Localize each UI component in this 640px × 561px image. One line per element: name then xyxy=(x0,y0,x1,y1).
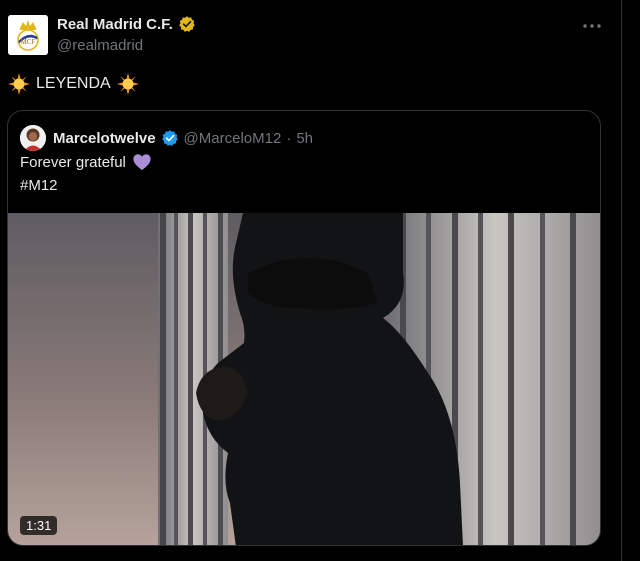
quoted-text: Forever grateful xyxy=(20,153,126,171)
purple-heart-emoji-icon xyxy=(133,154,151,171)
tweet-text-content: LEYENDA xyxy=(36,75,111,92)
author-avatar[interactable]: MCF xyxy=(8,15,48,55)
svg-text:MCF: MCF xyxy=(21,38,36,46)
quoted-timestamp[interactable]: 5h xyxy=(296,130,313,147)
marcelo-avatar-icon xyxy=(20,125,46,151)
more-options-button[interactable] xyxy=(580,15,604,37)
blue-verified-badge-icon[interactable] xyxy=(161,129,179,147)
quoted-tweet-card[interactable]: Marcelotwelve @MarceloM12 · 5h Forever g… xyxy=(7,110,601,546)
video-duration-badge: 1:31 xyxy=(20,516,58,535)
separator-dot: · xyxy=(286,129,292,147)
real-madrid-crest-icon: MCF xyxy=(8,15,48,55)
quoted-author-avatar[interactable] xyxy=(20,125,46,151)
sun-emoji-icon xyxy=(116,73,139,95)
gold-verified-badge-icon[interactable] xyxy=(178,15,196,33)
quoted-tweet-header: Marcelotwelve @MarceloM12 · 5h xyxy=(20,125,313,151)
more-horizontal-icon xyxy=(583,24,601,28)
author-handle[interactable]: @realmadrid xyxy=(57,37,143,54)
quoted-hashtag[interactable]: #M12 xyxy=(20,177,58,194)
video-player[interactable]: 1:31 xyxy=(8,213,600,545)
sun-emoji-icon xyxy=(8,73,30,95)
author-name-row: Real Madrid C.F. xyxy=(57,15,196,33)
quoted-author-name[interactable]: Marcelotwelve xyxy=(53,130,156,147)
timeline-divider xyxy=(621,0,622,561)
quoted-text-line-1: Forever grateful xyxy=(20,153,152,171)
quoted-author-handle[interactable]: @MarceloM12 xyxy=(184,130,282,147)
author-display-name[interactable]: Real Madrid C.F. xyxy=(57,16,173,33)
video-thumbnail xyxy=(8,213,600,545)
tweet-text: LEYENDA xyxy=(8,73,139,95)
